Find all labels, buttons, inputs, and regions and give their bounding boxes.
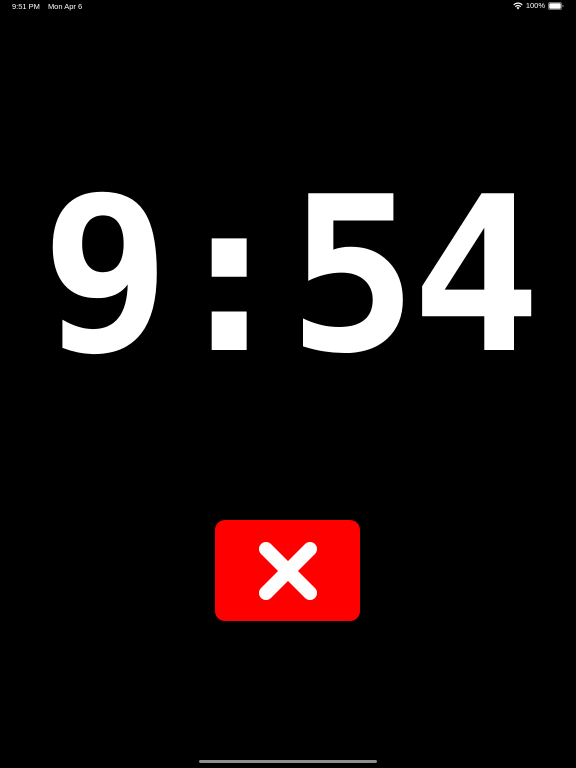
wifi-icon (513, 2, 523, 9)
status-time: 9:51 PM (12, 2, 40, 11)
battery-icon (548, 1, 564, 10)
status-right: 100% (513, 1, 564, 10)
clock-display: 9:54 (41, 149, 541, 401)
status-date: Mon Apr 6 (47, 2, 83, 11)
battery-fill (549, 2, 561, 9)
dismiss-button[interactable] (215, 520, 360, 621)
battery-percent: 100% (525, 1, 545, 10)
status-bar: 9:51 PM Mon Apr 6 100% (0, 0, 576, 14)
status-left: 9:51 PM Mon Apr 6 (12, 2, 82, 11)
close-icon (258, 541, 317, 600)
home-indicator[interactable] (199, 760, 377, 763)
